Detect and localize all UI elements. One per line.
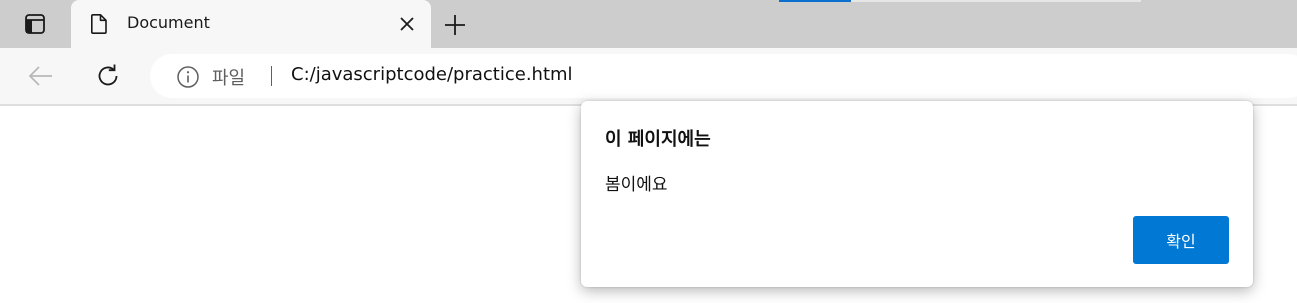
address-separator xyxy=(271,66,272,86)
close-icon xyxy=(400,17,414,31)
dialog-message: 봄이에요 xyxy=(605,175,668,195)
tab-title: Document xyxy=(127,13,210,32)
reload-button[interactable] xyxy=(92,60,124,92)
back-arrow-icon xyxy=(28,66,52,86)
loading-indicator xyxy=(779,0,851,2)
document-icon xyxy=(91,14,107,34)
site-info-label[interactable]: 파일 xyxy=(212,64,245,90)
tab-actions-button[interactable] xyxy=(0,0,70,48)
reload-icon xyxy=(98,64,118,86)
tab-actions-icon xyxy=(25,14,45,34)
tab-strip: Document xyxy=(0,0,1297,48)
browser-toolbar: 파일 C:/javascriptcode/practice.html xyxy=(0,48,1297,106)
info-icon[interactable] xyxy=(176,65,200,89)
loading-track xyxy=(851,0,1141,2)
browser-tab[interactable]: Document xyxy=(71,0,431,48)
new-tab-button[interactable] xyxy=(440,10,470,40)
address-bar[interactable]: 파일 C:/javascriptcode/practice.html xyxy=(150,54,1297,98)
ok-button[interactable]: 확인 xyxy=(1133,216,1229,264)
dialog-title: 이 페이지에는 xyxy=(605,129,711,150)
plus-icon xyxy=(445,15,465,35)
alert-dialog: 이 페이지에는 봄이에요 확인 xyxy=(581,101,1253,287)
back-button[interactable] xyxy=(25,60,57,92)
url-text[interactable]: C:/javascriptcode/practice.html xyxy=(291,64,573,85)
tab-close-button[interactable] xyxy=(397,14,417,34)
